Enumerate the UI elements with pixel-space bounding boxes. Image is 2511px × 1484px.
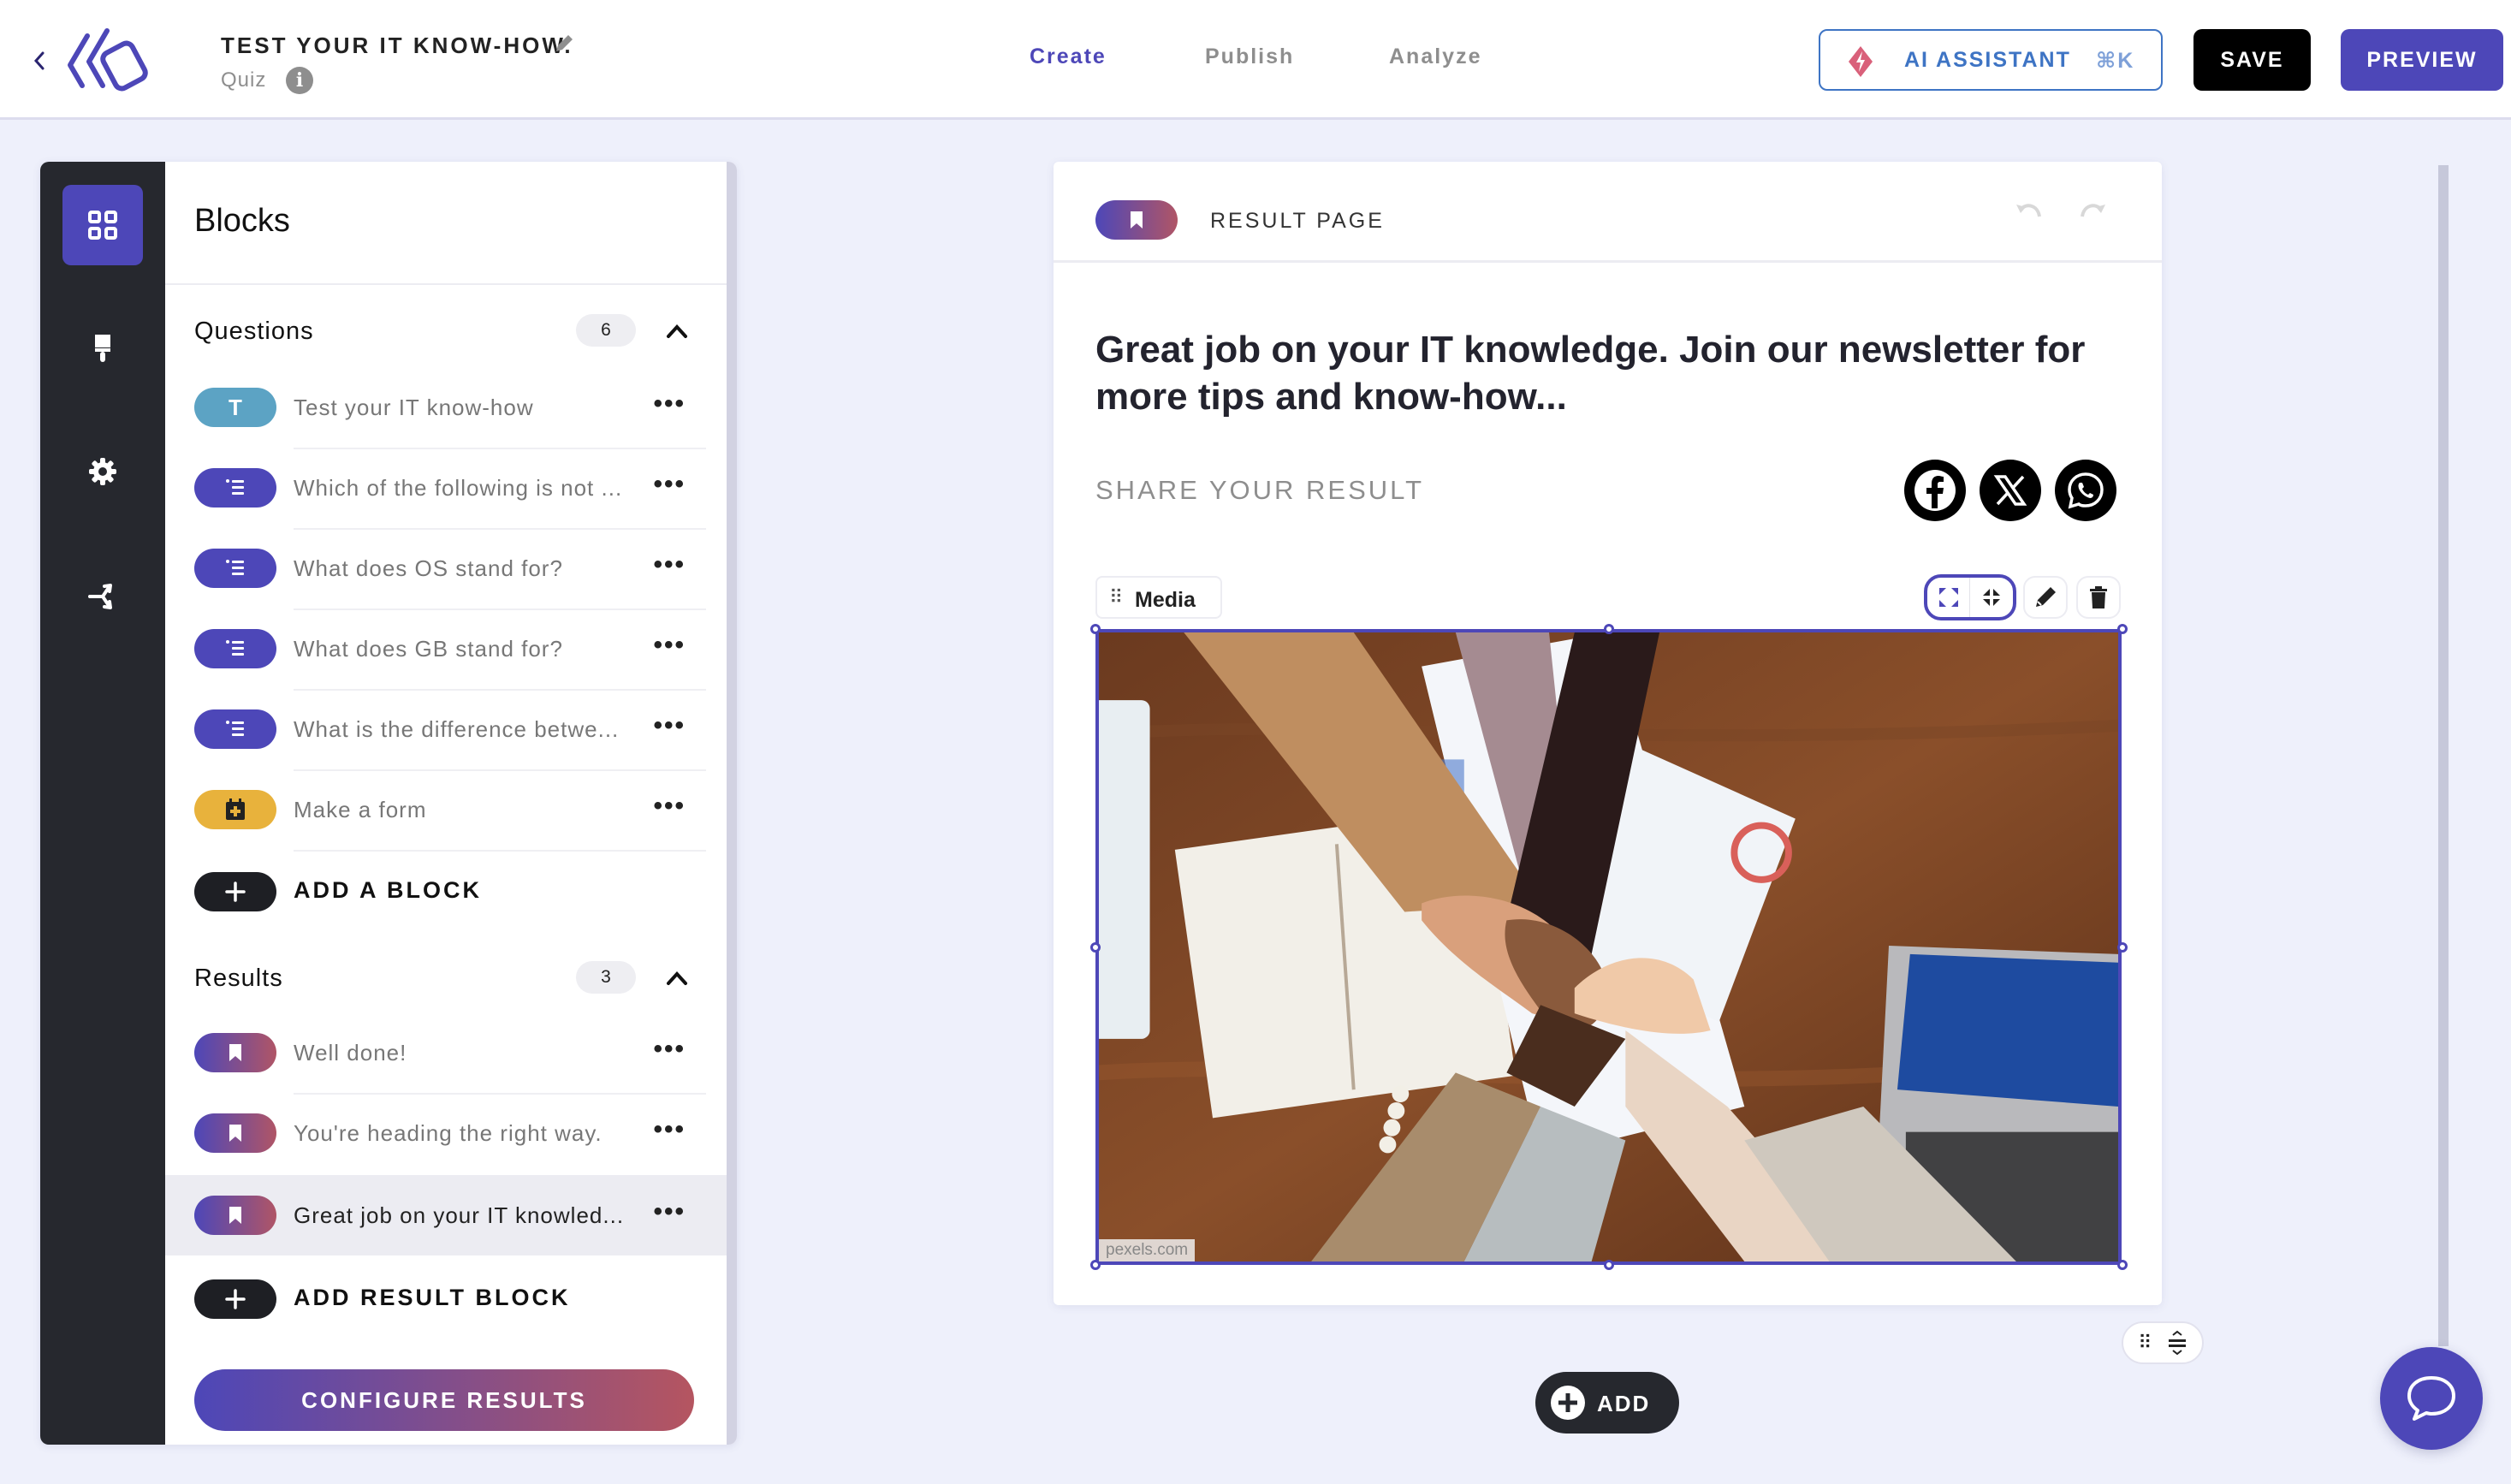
undo-icon [2016, 204, 2041, 217]
resize-handle[interactable] [1090, 1260, 1101, 1270]
image-credit: pexels.com [1099, 1239, 1196, 1261]
pencil-icon [2036, 587, 2056, 607]
add-label: ADD [1597, 1391, 1651, 1416]
rail-item-blocks[interactable] [62, 185, 143, 265]
resize-handle[interactable] [2117, 942, 2128, 953]
tab-analyze[interactable]: Analyze [1389, 45, 1481, 69]
resize-handle[interactable] [2117, 1260, 2128, 1270]
page-type-label: RESULT PAGE [1210, 209, 1385, 233]
add-result-block-label: ADD RESULT BLOCK [294, 1285, 571, 1310]
bookmark-icon [1095, 200, 1178, 240]
more-options-icon[interactable]: ••• [653, 1199, 686, 1225]
rail-item-design[interactable] [62, 308, 143, 389]
drag-dots-icon: ⠿ [2138, 1332, 2152, 1353]
tab-publish[interactable]: Publish [1205, 45, 1294, 69]
plus-icon [194, 1279, 276, 1319]
more-options-icon[interactable]: ••• [653, 1117, 686, 1143]
size-toggle [1924, 574, 2016, 620]
bookmark-icon [194, 1033, 276, 1072]
result-item[interactable]: You're heading the right way. ••• [165, 1093, 706, 1173]
resize-handle[interactable] [1604, 624, 1614, 634]
pencil-icon[interactable] [553, 33, 575, 55]
ai-assistant-shortcut: ⌘K [2096, 49, 2135, 73]
drag-dots-icon: ⠿ [1109, 586, 1124, 608]
result-label: You're heading the right way. [294, 1120, 603, 1146]
save-button[interactable]: SAVE [2193, 29, 2311, 91]
result-label: Well done! [294, 1040, 407, 1066]
panel-scrollbar[interactable] [727, 162, 737, 1445]
resize-handle[interactable] [1090, 624, 1101, 634]
media-block-handle[interactable]: ⠿ Media [1095, 576, 1222, 619]
result-label: Great job on your IT knowled... [294, 1202, 625, 1228]
resize-handle[interactable] [1090, 942, 1101, 953]
team-hands-photo [1099, 632, 2118, 1261]
section-drag-handle[interactable]: ⠿ [2122, 1321, 2204, 1364]
share-result-label: SHARE YOUR RESULT [1095, 475, 1425, 505]
page-scrollbar[interactable] [2438, 165, 2449, 1346]
top-header: TEST YOUR IT KNOW-HOW. Quiz i Create Pub… [0, 0, 2511, 120]
expand-button[interactable] [1927, 578, 1970, 617]
bookmark-icon [194, 1196, 276, 1235]
undo-button[interactable] [2014, 196, 2045, 222]
configure-results-button[interactable]: CONFIGURE RESULTS [194, 1369, 694, 1431]
media-image[interactable]: pexels.com [1095, 629, 2122, 1265]
rail-item-logic[interactable] [62, 555, 143, 635]
edit-media-button[interactable] [2023, 576, 2068, 619]
gear-icon [89, 458, 116, 485]
quiz-title[interactable]: TEST YOUR IT KNOW-HOW. [221, 33, 573, 59]
result-item[interactable]: Well done! ••• [165, 1012, 706, 1093]
result-page-card: RESULT PAGE Great job on your IT knowled… [1054, 162, 2162, 1305]
resize-handle[interactable] [1604, 1260, 1614, 1270]
lightning-icon [1849, 46, 1873, 77]
expand-icon [1938, 588, 1958, 607]
resize-handle[interactable] [2117, 624, 2128, 634]
preview-button[interactable]: PREVIEW [2341, 29, 2503, 91]
result-item-selected[interactable]: Great job on your IT knowled... ••• [165, 1175, 727, 1255]
card-header: RESULT PAGE [1054, 162, 2162, 263]
add-result-block-button[interactable]: ADD RESULT BLOCK [165, 1259, 706, 1339]
back-button[interactable] [31, 48, 48, 74]
paint-brush-icon [95, 335, 110, 362]
plus-circle-icon [1551, 1386, 1585, 1420]
quiz-type-label: Quiz [221, 68, 267, 92]
rail-item-settings[interactable] [62, 431, 143, 512]
chat-support-button[interactable] [2380, 1347, 2483, 1450]
redo-button[interactable] [2077, 196, 2108, 222]
info-icon[interactable]: i [286, 67, 313, 94]
tab-create[interactable]: Create [1030, 45, 1107, 69]
facebook-share-button[interactable] [1904, 460, 1966, 521]
delete-media-button[interactable] [2076, 576, 2121, 619]
chat-bubble-icon [2407, 1376, 2455, 1421]
move-vertical-icon [2168, 1330, 2186, 1356]
side-rail [40, 162, 165, 1445]
x-share-button[interactable] [1980, 460, 2041, 521]
ai-assistant-label: AI ASSISTANT [1904, 48, 2071, 72]
app-logo[interactable] [60, 26, 154, 94]
facebook-icon [1914, 470, 1956, 511]
redo-icon [2081, 204, 2105, 217]
bookmark-icon [194, 1113, 276, 1153]
shrink-icon [1983, 589, 2000, 606]
trash-icon [2090, 586, 2107, 608]
whatsapp-icon [2068, 472, 2104, 509]
chevron-left-icon [33, 51, 45, 70]
results-list: Well done! ••• You're heading the right … [165, 162, 727, 1445]
x-icon [1993, 475, 2027, 506]
branch-icon [88, 584, 112, 609]
add-section-button[interactable]: ADD [1535, 1372, 1679, 1434]
ai-assistant-button[interactable]: AI ASSISTANT ⌘K [1819, 29, 2163, 91]
media-label: Media [1135, 588, 1196, 612]
result-headline[interactable]: Great job on your IT knowledge. Join our… [1095, 326, 2105, 420]
more-options-icon[interactable]: ••• [653, 1036, 686, 1062]
whatsapp-share-button[interactable] [2055, 460, 2116, 521]
shrink-button[interactable] [1970, 578, 2013, 617]
grid-icon [88, 211, 117, 240]
